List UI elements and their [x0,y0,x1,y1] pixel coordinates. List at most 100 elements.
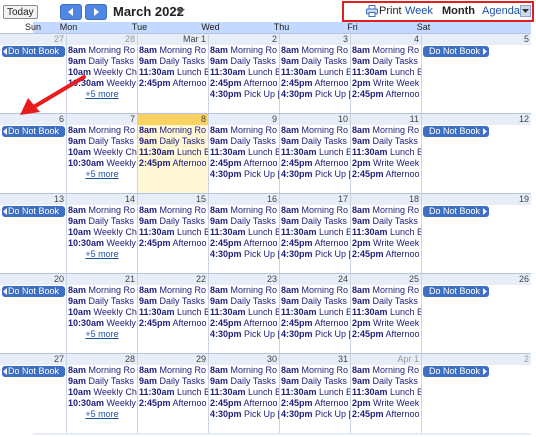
event-item[interactable]: 9am Daily Tasks [280,296,350,307]
day-cell[interactable]: 24 8am Morning Ro 9am Daily Tasks 11:30am L… [279,274,350,353]
event-item[interactable]: 11:30am Lunch B [280,67,350,78]
day-cell[interactable]: 3 8am Morning Ro 9am Daily Tasks 11:30am Lu… [279,34,350,113]
event-item[interactable]: 8am Morning Ro [209,205,279,216]
day-number[interactable]: 8 [138,114,208,125]
day-number[interactable]: 3 [280,34,350,45]
day-cell[interactable]: 30 8am Morning Ro 9am Daily Tasks 11:30am L… [208,354,279,433]
day-cell[interactable]: 10 8am Morning Ro 9am Daily Tasks 11:30am L… [279,114,350,193]
day-cell[interactable]: 8 8am Morning Ro 9am Daily Tasks 11:30am Lu… [137,114,208,193]
day-number[interactable]: 20 [0,274,66,285]
event-item[interactable]: 8am Morning Ro [67,205,137,216]
event-item[interactable]: 4:30pm Pick Up [ [280,89,350,100]
month-view-link[interactable]: Month [442,5,475,17]
more-events-link[interactable]: +5 more [67,249,137,260]
day-number[interactable]: 22 [138,274,208,285]
event-item[interactable]: 2:45pm Afternoo [280,78,350,89]
event-item[interactable]: 8am Morning Ro [209,125,279,136]
event-item[interactable]: 9am Daily Tasks [209,56,279,67]
event-item[interactable]: 2:45pm Afternoo [209,318,279,329]
event-item[interactable]: 2:45pm Afternoo [280,238,350,249]
day-number[interactable]: 29 [138,354,208,365]
event-item[interactable]: 2:45pm Afternoo [209,398,279,409]
event-item[interactable]: 8am Morning Ro [351,125,421,136]
day-cell[interactable]: 9 8am Morning Ro 9am Daily Tasks 11:30am Lu… [208,114,279,193]
day-number[interactable]: 2 [209,34,279,45]
day-cell[interactable]: 17 8am Morning Ro 9am Daily Tasks 11:30am L… [279,194,350,273]
day-number[interactable]: 10 [280,114,350,125]
event-item[interactable]: 4:30pm Pick Up [ [209,409,279,420]
day-number[interactable]: 27 [0,34,66,45]
day-number[interactable]: 4 [351,34,421,45]
event-item[interactable]: 2pm Write Week [351,78,421,89]
event-item[interactable]: 2:45pm Afternoo [209,158,279,169]
day-cell[interactable]: 2 8am Morning Ro 9am Daily Tasks 11:30am Lu… [208,34,279,113]
event-item[interactable]: 9am Daily Tasks [209,216,279,227]
event-item[interactable]: 8am Morning Ro [138,285,208,296]
agenda-view-link[interactable]: Agenda [482,5,520,17]
day-cell[interactable]: 28 8am Morning Ro 9am Daily Tasks 10am Week… [66,354,137,433]
day-cell[interactable]: 21 8am Morning Ro 9am Daily Tasks 10am Week… [66,274,137,353]
day-cell[interactable]: 15 8am Morning Ro 9am Daily Tasks 11:30am L… [137,194,208,273]
all-day-event[interactable]: Do Not Book [423,286,489,297]
day-number[interactable]: 2 [422,354,531,365]
day-cell[interactable]: Apr 1 8am Morning Ro 9am Daily Tasks 11:30a… [350,354,421,433]
day-number[interactable]: 25 [351,274,421,285]
event-item[interactable]: 11:30am Lunch B [280,147,350,158]
event-item[interactable]: 8am Morning Ro [280,45,350,56]
event-item[interactable]: 8am Morning Ro [138,365,208,376]
event-item[interactable]: 9am Daily Tasks [351,376,421,387]
day-number[interactable]: 28 [67,34,137,45]
month-dropdown-icon[interactable] [176,9,185,15]
event-item[interactable]: 11:30am Lunch B [138,67,208,78]
event-item[interactable]: 9am Daily Tasks [138,296,208,307]
event-item[interactable]: 2:45pm Afternoo [138,398,208,409]
day-cell[interactable]: 29 8am Morning Ro 9am Daily Tasks 11:30am L… [137,354,208,433]
event-item[interactable]: 10:30am Weekly [67,238,137,249]
event-item[interactable]: 9am Daily Tasks [209,136,279,147]
event-item[interactable]: 4:30pm Pick Up [ [280,409,350,420]
event-item[interactable]: 8am Morning Ro [67,45,137,56]
day-number[interactable]: Mar 1 [138,34,208,45]
more-events-link[interactable]: +5 more [67,409,137,420]
all-day-event[interactable]: Do Not Book [2,366,65,377]
today-button[interactable]: Today [3,5,38,19]
event-item[interactable]: 2:45pm Afternoo [138,158,208,169]
event-item[interactable]: 2:45pm Afternoo [138,318,208,329]
day-number[interactable]: 26 [422,274,531,285]
event-item[interactable]: 8am Morning Ro [351,45,421,56]
event-item[interactable]: 8am Morning Ro [209,365,279,376]
event-item[interactable]: 8am Morning Ro [280,205,350,216]
event-item[interactable]: 2:45pm Afternoo [138,238,208,249]
day-cell[interactable]: 25 8am Morning Ro 9am Daily Tasks 11:30am L… [350,274,421,353]
event-item[interactable]: 10am Weekly Ch [67,387,137,398]
event-item[interactable]: 9am Daily Tasks [67,56,137,67]
event-item[interactable]: 11:30am Lunch B [138,227,208,238]
event-item[interactable]: 10am Weekly Ch [67,307,137,318]
event-item[interactable]: 11:30am Lunch B [351,387,421,398]
event-item[interactable]: 2:45pm Afternoo [280,398,350,409]
day-number[interactable]: 19 [422,194,531,205]
week-view-link[interactable]: Week [405,5,433,17]
event-item[interactable]: 9am Daily Tasks [351,296,421,307]
day-cell[interactable]: 4 8am Morning Ro 9am Daily Tasks 11:30am Lu… [350,34,421,113]
all-day-event[interactable]: Do Not Book [423,206,489,217]
event-item[interactable]: 8am Morning Ro [351,365,421,376]
event-item[interactable]: 9am Daily Tasks [351,216,421,227]
day-number[interactable]: Apr 1 [351,354,421,365]
event-item[interactable]: 4:30pm Pick Up [ [209,329,279,340]
day-cell[interactable]: 11 8am Morning Ro 9am Daily Tasks 11:30am L… [350,114,421,193]
event-item[interactable]: 9am Daily Tasks [67,136,137,147]
all-day-event[interactable]: Do Not Book [2,46,65,57]
event-item[interactable]: 4:30pm Pick Up [ [280,329,350,340]
event-item[interactable]: 8am Morning Ro [67,285,137,296]
event-item[interactable]: 11:30am Lunch B [138,387,208,398]
event-item[interactable]: 11:30am Lunch B [209,387,279,398]
event-item[interactable]: 9am Daily Tasks [280,376,350,387]
day-number[interactable]: 31 [280,354,350,365]
event-item[interactable]: 9am Daily Tasks [67,376,137,387]
event-item[interactable]: 2:45pm Afternoo [351,89,421,100]
event-item[interactable]: 8am Morning Ro [351,205,421,216]
event-item[interactable]: 10am Weekly Ch [67,227,137,238]
event-item[interactable]: 11:30am Lunch B [209,227,279,238]
day-cell[interactable]: 18 8am Morning Ro 9am Daily Tasks 11:30am L… [350,194,421,273]
